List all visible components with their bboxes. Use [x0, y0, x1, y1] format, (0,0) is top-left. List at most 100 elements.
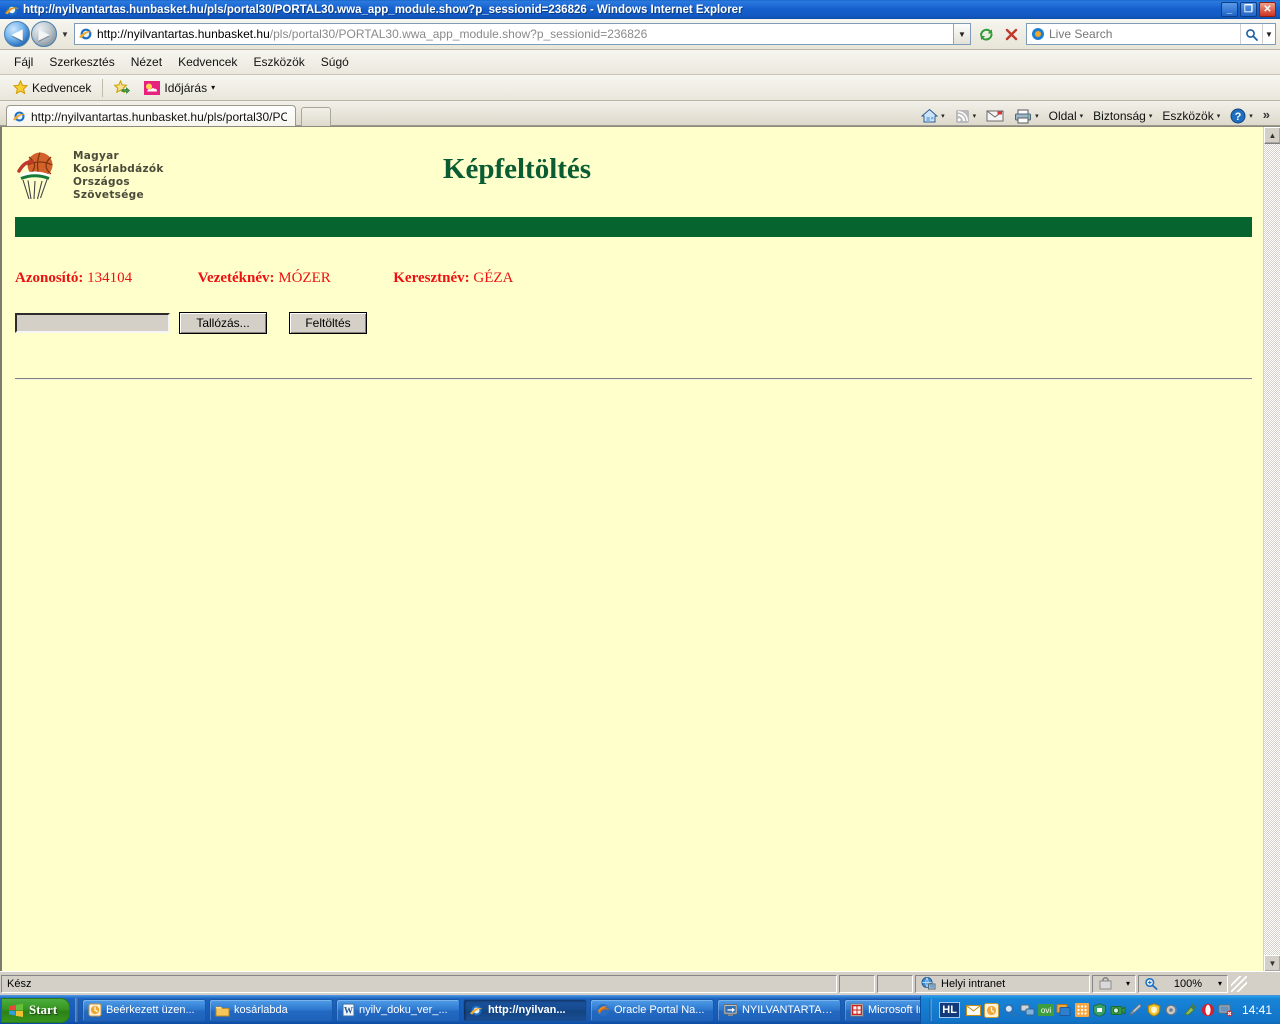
resize-grip[interactable]	[1231, 975, 1247, 992]
upload-button[interactable]: Feltöltés	[289, 312, 367, 334]
search-go-icon[interactable]	[1240, 24, 1262, 44]
firefox-icon	[596, 1003, 610, 1017]
zoom-control[interactable]: 100% ▾	[1138, 974, 1228, 993]
close-button[interactable]: ✕	[1259, 2, 1276, 17]
network-disconnected-tray-icon[interactable]	[1218, 1002, 1234, 1018]
update-tray-icon[interactable]	[1182, 1002, 1198, 1018]
zoom-caret-icon[interactable]: ▾	[1218, 979, 1222, 988]
favorites-button[interactable]: Kedvencek	[6, 79, 98, 96]
menu-item-favorites[interactable]: Kedvencek	[170, 53, 245, 71]
navigation-bar: ◀ ▶ ▼ http://nyilvantartas.hunbasket.hu/…	[0, 19, 1280, 50]
page-title: Képfeltöltés	[442, 153, 592, 185]
tray-separator	[929, 999, 933, 1021]
ovi-tray-icon[interactable]: ovi	[1037, 1002, 1054, 1018]
taskbar-item-image-editor[interactable]: Microsoft Image ...	[843, 998, 921, 1022]
overflow-chevron-icon[interactable]: »	[1259, 107, 1274, 126]
restore-button[interactable]: ❐	[1240, 2, 1257, 17]
protected-mode-pane[interactable]: ▾	[1092, 974, 1136, 993]
taskbar-item-outlook[interactable]: Beérkezett üzen...	[81, 998, 206, 1022]
security-zone[interactable]: Helyi intranet	[915, 974, 1090, 993]
taskbar-item-word[interactable]: W nyilv_doku_ver_...	[335, 998, 460, 1022]
menu-item-help[interactable]: Súgó	[313, 53, 357, 71]
scroll-down-button[interactable]: ▼	[1264, 955, 1280, 971]
feeds-button[interactable]: ▾	[951, 107, 981, 126]
desktop-screen: http://nyilvantartas.hunbasket.hu/pls/po…	[0, 0, 1280, 1024]
taskbar-item-label: nyilv_doku_ver_...	[358, 1004, 448, 1016]
refresh-button[interactable]	[974, 22, 998, 46]
new-tab-button[interactable]	[301, 107, 331, 127]
taskbar-item-folder[interactable]: kosárlabda	[208, 998, 333, 1022]
page-scrollbar[interactable]: ▲ ▼	[1263, 127, 1280, 971]
window-title: http://nyilvantartas.hunbasket.hu/pls/po…	[23, 3, 743, 16]
antivirus-shield-tray-icon[interactable]	[1092, 1002, 1108, 1018]
taskbar-item-remote-desktop[interactable]: NYILVANTARTAS...	[716, 998, 841, 1022]
scroll-up-button[interactable]: ▲	[1264, 127, 1280, 144]
page-menu-button[interactable]: Oldal ▾	[1045, 107, 1088, 125]
search-provider-caret-icon[interactable]: ▼	[1262, 24, 1275, 44]
tools-caret-icon[interactable]: ▾	[1217, 112, 1221, 120]
start-button[interactable]: Start	[1, 997, 71, 1023]
address-bar[interactable]: http://nyilvantartas.hunbasket.hu/pls/po…	[74, 23, 971, 45]
feeds-caret-icon[interactable]: ▾	[973, 112, 977, 120]
language-indicator[interactable]: HL	[939, 1002, 960, 1018]
add-to-favorites-button[interactable]	[107, 79, 137, 96]
safety-menu-button[interactable]: Biztonság ▾	[1089, 107, 1156, 125]
horizontal-rule	[15, 378, 1252, 380]
help-caret-icon[interactable]: ▾	[1249, 112, 1253, 120]
browse-button[interactable]: Tallózás...	[179, 312, 267, 334]
home-button[interactable]: ▾	[917, 106, 949, 126]
volume-tray-icon[interactable]	[1164, 1002, 1180, 1018]
safety-menu-label: Biztonság	[1093, 109, 1146, 123]
field-value-lastname: MÓZER	[278, 270, 331, 286]
taskbar-item-label: Microsoft Image ...	[867, 1004, 920, 1016]
browser-tab[interactable]: http://nyilvantartas.hunbasket.hu/pls/po…	[6, 105, 296, 127]
mail-button[interactable]	[982, 107, 1008, 125]
protected-mode-caret-icon[interactable]: ▾	[1126, 979, 1130, 988]
stop-button[interactable]	[999, 22, 1023, 46]
menu-item-edit[interactable]: Szerkesztés	[41, 53, 122, 71]
help-menu-button[interactable]: ? ▾	[1226, 106, 1257, 126]
camera-tray-icon[interactable]	[1110, 1002, 1126, 1018]
help-icon: ?	[1230, 108, 1246, 124]
grid-tray-icon[interactable]	[1074, 1002, 1090, 1018]
forward-button[interactable]: ▶	[31, 21, 57, 47]
pen-tray-icon[interactable]	[1128, 1002, 1144, 1018]
menu-item-tools[interactable]: Eszközök	[245, 53, 312, 71]
outlook-tray-icon[interactable]	[984, 1002, 1000, 1018]
file-path-input[interactable]	[15, 313, 170, 333]
print-button[interactable]: ▾	[1010, 107, 1043, 126]
messenger-tray-icon[interactable]	[1056, 1002, 1072, 1018]
menu-item-file[interactable]: Fájl	[6, 53, 41, 71]
address-input[interactable]: http://nyilvantartas.hunbasket.hu/pls/po…	[97, 27, 953, 41]
search-box[interactable]: Live Search ▼	[1026, 23, 1276, 45]
home-caret-icon[interactable]: ▾	[941, 112, 945, 120]
menu-item-view[interactable]: Nézet	[123, 53, 170, 71]
taskbar-item-internet-explorer[interactable]: http://nyilvan...	[462, 998, 587, 1022]
weather-caret-icon[interactable]: ▾	[211, 83, 215, 92]
window-controls: _ ❐ ✕	[1221, 2, 1278, 17]
mail-tray-icon[interactable]	[966, 1002, 982, 1018]
minimize-button[interactable]: _	[1221, 2, 1238, 17]
taskbar-clock[interactable]: 14:41	[1242, 1003, 1272, 1017]
search-tray-icon[interactable]	[1002, 1002, 1018, 1018]
security-zone-label: Helyi intranet	[941, 977, 1006, 990]
command-bar: ▾ ▾ ▾ Oldal ▾ Biztonság ▾ Eszközök ▾ ? ▾…	[917, 106, 1280, 126]
image-icon	[850, 1003, 864, 1017]
taskbar-item-firefox[interactable]: Oracle Portal Na...	[589, 998, 714, 1022]
back-button[interactable]: ◀	[4, 21, 30, 47]
print-caret-icon[interactable]: ▾	[1035, 112, 1039, 120]
address-dropdown-icon[interactable]: ▼	[953, 24, 970, 44]
weather-favorite[interactable]: Időjárás ▾	[137, 80, 222, 96]
star-add-icon	[114, 80, 131, 95]
tab-favicon-icon	[12, 109, 27, 124]
search-input[interactable]: Live Search	[1049, 27, 1240, 41]
tools-menu-button[interactable]: Eszközök ▾	[1158, 107, 1224, 125]
opera-tray-icon[interactable]	[1200, 1002, 1216, 1018]
security-shield-tray-icon[interactable]	[1146, 1002, 1162, 1018]
recent-pages-caret-icon[interactable]: ▼	[58, 21, 72, 47]
zoom-icon	[1144, 977, 1158, 990]
ie-icon	[469, 1003, 484, 1018]
page-caret-icon[interactable]: ▾	[1080, 112, 1084, 120]
network-tray-icon[interactable]	[1020, 1002, 1036, 1018]
safety-caret-icon[interactable]: ▾	[1149, 112, 1153, 120]
